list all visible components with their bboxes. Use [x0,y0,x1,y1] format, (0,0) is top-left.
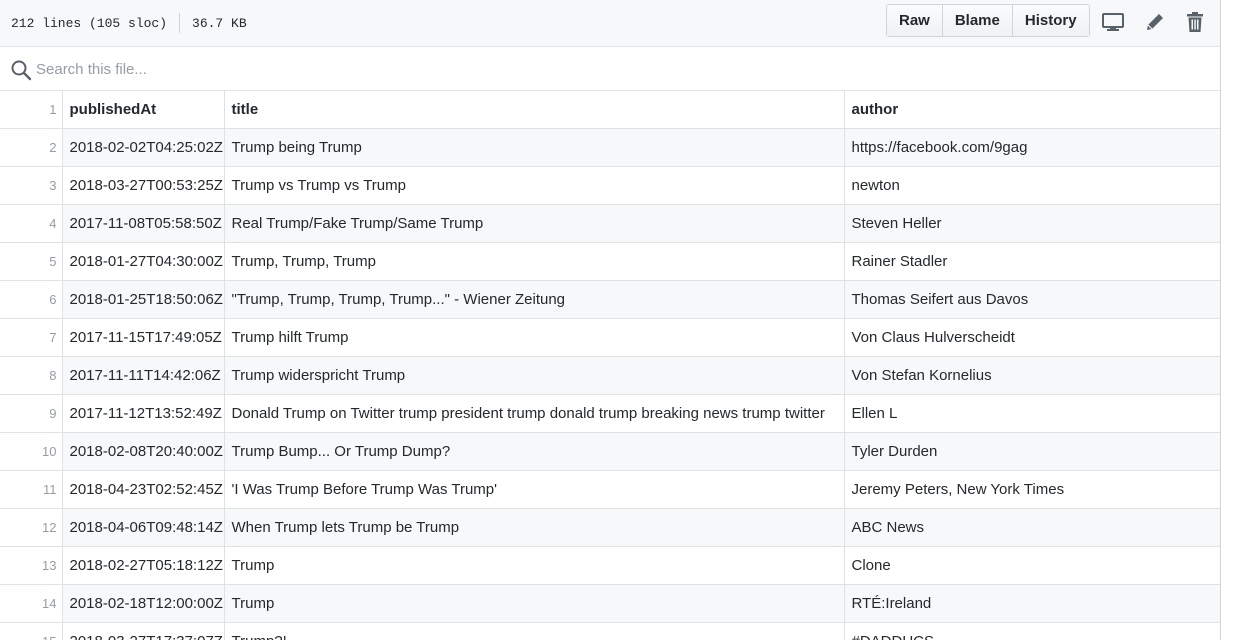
csv-table: 1 publishedAt title author 2 2018-02-02T0… [0,91,1220,640]
table-row: 13 2018-02-27T05:18:12Z Trump Clone [0,546,1220,585]
line-number[interactable]: 2 [0,128,63,167]
table-row: 3 2018-03-27T00:53:25Z Trump vs Trump vs T… [0,166,1220,205]
table-row: 12 2018-04-06T09:48:14Z When Trump lets Tr… [0,508,1220,547]
cell-title: Trump [223,584,845,623]
column-header-title: title [223,91,845,129]
table-row: 2 2018-02-02T04:25:02Z Trump being Trump ht… [0,128,1220,167]
cell-author: #DADDUCS [843,622,1220,640]
raw-button[interactable]: Raw [887,5,943,36]
line-number[interactable]: 5 [0,242,63,281]
desktop-icon[interactable] [1101,10,1125,34]
table-row: 11 2018-04-23T02:52:45Z 'I Was Trump Befor… [0,470,1220,509]
cell-author: https://facebook.com/9gag [843,128,1220,167]
cell-publishedAt: 2018-02-18T12:00:00Z [61,584,225,623]
line-number[interactable]: 11 [0,470,63,509]
cell-author: Jeremy Peters, New York Times [843,470,1220,509]
cell-title: Donald Trump on Twitter trump president … [223,394,845,433]
trash-icon[interactable] [1183,10,1207,34]
cell-title: Trump [223,546,845,585]
cell-title: Trump Bump... Or Trump Dump? [223,432,845,471]
cell-title: Trump vs Trump vs Trump [223,166,845,205]
cell-publishedAt: 2018-01-27T04:30:00Z [61,242,225,281]
cell-author: Steven Heller [843,204,1220,243]
table-row: 8 2017-11-11T14:42:06Z Trump widerspricht … [0,356,1220,395]
cell-author: Von Claus Hulverscheidt [843,318,1220,357]
line-count: 212 lines (105 sloc) [11,15,168,31]
pencil-icon[interactable] [1143,10,1167,34]
cell-publishedAt: 2018-03-27T00:53:25Z [61,166,225,205]
cell-publishedAt: 2017-11-12T13:52:49Z [61,394,225,433]
table-row: 5 2018-01-27T04:30:00Z Trump, Trump, Trump… [0,242,1220,281]
table-row: 4 2017-11-08T05:58:50Z Real Trump/Fake Tru… [0,204,1220,243]
search-input[interactable] [36,57,736,81]
cell-author: RTÉ:Ireland [843,584,1220,623]
line-number[interactable]: 7 [0,318,63,357]
cell-publishedAt: 2018-02-08T20:40:00Z [61,432,225,471]
cell-publishedAt: 2017-11-11T14:42:06Z [61,356,225,395]
line-number[interactable]: 8 [0,356,63,395]
cell-author: Von Stefan Kornelius [843,356,1220,395]
cell-publishedAt: 2018-01-25T18:50:06Z [61,280,225,319]
cell-title: When Trump lets Trump be Trump [223,508,845,547]
table-row: 9 2017-11-12T13:52:49Z Donald Trump on Twi… [0,394,1220,433]
line-number[interactable]: 3 [0,166,63,205]
cell-author: ABC News [843,508,1220,547]
cell-title: Trump?! [223,622,845,640]
cell-publishedAt: 2018-03-27T17:37:07Z [61,622,225,640]
line-number[interactable]: 4 [0,204,63,243]
line-number[interactable]: 10 [0,432,63,471]
cell-title: "Trump, Trump, Trump, Trump..." - Wiener… [223,280,845,319]
cell-title: Trump widerspricht Trump [223,356,845,395]
cell-title: Trump hilft Trump [223,318,845,357]
table-row: 10 2018-02-08T20:40:00Z Trump Bump... Or T… [0,432,1220,471]
line-number[interactable]: 14 [0,584,63,623]
divider [179,13,181,33]
table-row: 152018-03-27T17:37:07ZTrump?!#DADDUCS [0,622,1220,640]
cell-author: Tyler Durden [843,432,1220,471]
table-row: 7 2017-11-15T17:49:05Z Trump hilft Trump Vo… [0,318,1220,357]
file-viewer: 212 lines (105 sloc) 36.7 KB Raw Blame H… [0,0,1221,640]
file-header: 212 lines (105 sloc) 36.7 KB Raw Blame H… [0,0,1220,47]
search-bar [0,47,1220,91]
cell-publishedAt: 2018-04-23T02:52:45Z [61,470,225,509]
cell-title: Trump being Trump [223,128,845,167]
file-actions-group: Raw Blame History [886,4,1090,37]
line-number[interactable]: 9 [0,394,63,433]
history-button[interactable]: History [1012,5,1089,36]
line-number[interactable]: 13 [0,546,63,585]
cell-author: Clone [843,546,1220,585]
search-icon [10,59,32,81]
cell-author: Rainer Stadler [843,242,1220,281]
column-header-author: author [843,91,1220,129]
cell-publishedAt: 2018-04-06T09:48:14Z [61,508,225,547]
cell-title: 'I Was Trump Before Trump Was Trump' [223,470,845,509]
table-row: 14 2018-02-18T12:00:00Z Trump RTÉ:Ireland [0,584,1220,623]
line-number[interactable]: 1 [0,91,63,129]
table-header-row: 1 publishedAt title author [0,91,1220,129]
column-header-publishedAt: publishedAt [61,91,225,129]
cell-author: newton [843,166,1220,205]
cell-author: Thomas Seifert aus Davos [843,280,1220,319]
cell-publishedAt: 2018-02-27T05:18:12Z [61,546,225,585]
line-number[interactable]: 12 [0,508,63,547]
cell-author: Ellen L [843,394,1220,433]
cell-publishedAt: 2018-02-02T04:25:02Z [61,128,225,167]
cell-publishedAt: 2017-11-08T05:58:50Z [61,204,225,243]
line-number[interactable]: 15 [0,622,63,640]
table-row: 6 2018-01-25T18:50:06Z "Trump, Trump, Trum… [0,280,1220,319]
cell-title: Real Trump/Fake Trump/Same Trump [223,204,845,243]
file-info: 212 lines (105 sloc) 36.7 KB [11,13,247,33]
cell-title: Trump, Trump, Trump [223,242,845,281]
file-size: 36.7 KB [192,15,247,31]
cell-publishedAt: 2017-11-15T17:49:05Z [61,318,225,357]
line-number[interactable]: 6 [0,280,63,319]
blame-button[interactable]: Blame [942,5,1013,36]
